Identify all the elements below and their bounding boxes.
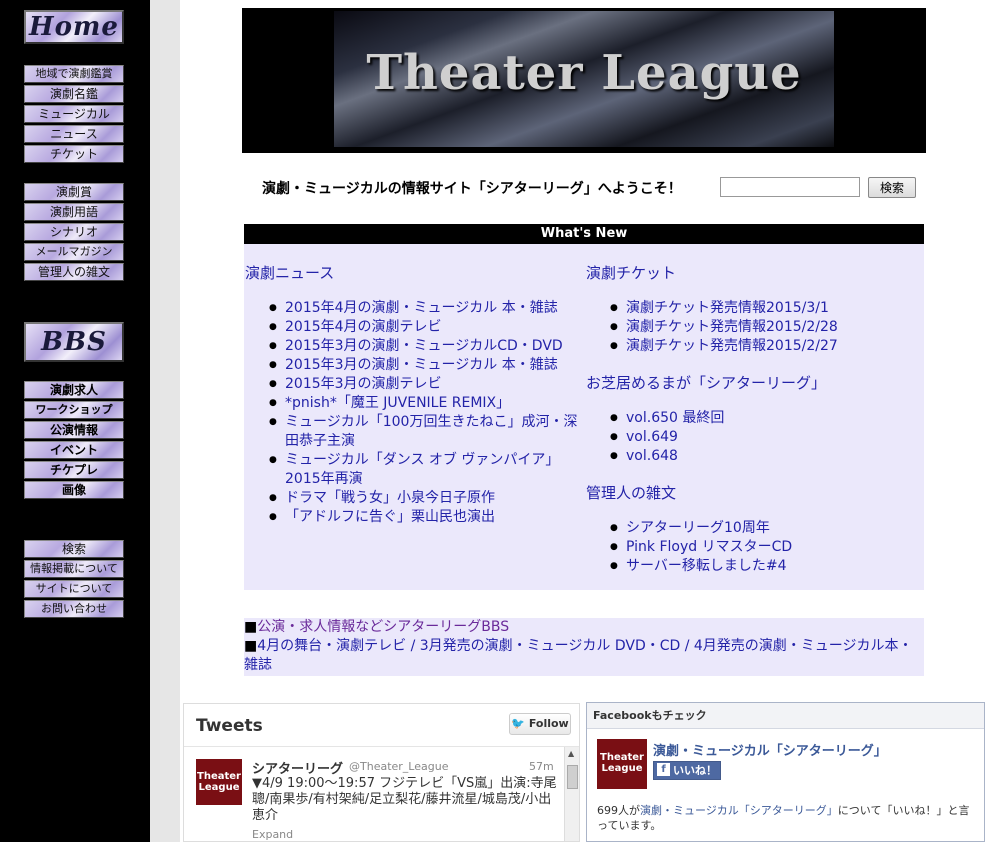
news-column: 演劇ニュース 2015年4月の演劇・ミュージカル 本・雑誌 2015年4月の演劇…	[245, 262, 585, 527]
nav-event[interactable]: イベント	[24, 441, 124, 459]
like-label: いいね！	[673, 764, 717, 777]
list-item[interactable]: 2015年3月の演劇テレビ	[267, 375, 585, 394]
section-title-theater-news[interactable]: 演劇ニュース	[245, 262, 585, 283]
news-list: 2015年4月の演劇・ミュージカル 本・雑誌 2015年4月の演劇テレビ 201…	[267, 299, 585, 527]
facebook-like-count-text: 699人が演劇・ミュージカル「シアターリーグ」について「いいね！」と言っています…	[597, 803, 977, 833]
divider	[184, 746, 579, 747]
home-button[interactable]: Home	[24, 10, 124, 44]
list-item[interactable]: 2015年4月の演劇テレビ	[267, 318, 585, 337]
banner-image: Theater League	[334, 11, 834, 147]
nav-about-site[interactable]: サイトについて	[24, 580, 124, 598]
list-item[interactable]: ミュージカル「ダンス オブ ヴァンパイア」2015年再演	[267, 451, 585, 489]
nav-ticket-present[interactable]: チケプレ	[24, 461, 124, 479]
bbs-link[interactable]: 公演・求人情報などシアターリーグBBS	[257, 619, 509, 635]
banner-title: Theater League	[366, 45, 802, 101]
nav-search[interactable]: 検索	[24, 540, 124, 558]
square-bullet: ■	[244, 638, 258, 654]
list-item[interactable]: ドラマ「戦う女」小泉今日子原作	[267, 489, 585, 508]
list-item[interactable]: サーバー移転しました#4	[608, 557, 921, 576]
tweet-author-handle[interactable]: @Theater_League	[349, 760, 448, 773]
list-item[interactable]: シアターリーグ10周年	[608, 519, 921, 538]
facebook-widget: Facebookもチェック Theater League 演劇・ミュージカル「シ…	[586, 702, 985, 842]
bottom-links: ■公演・求人情報などシアターリーグBBS ■4月の舞台・演劇テレビ / 3月発売…	[244, 618, 924, 676]
list-item[interactable]: 2015年3月の演劇・ミュージカル 本・雑誌	[267, 356, 585, 375]
scrollbar-thumb[interactable]	[567, 765, 578, 789]
list-item[interactable]: *pnish*「魔王 JUVENILE REMIX」	[267, 394, 585, 413]
nav-musical[interactable]: ミュージカル	[24, 105, 124, 123]
list-item[interactable]: vol.648	[608, 447, 921, 466]
search-input[interactable]	[720, 177, 860, 197]
section-title-ticket[interactable]: 演劇チケット	[586, 262, 921, 283]
whats-new-heading: What's New	[244, 224, 924, 244]
nav-news[interactable]: ニュース	[24, 125, 124, 143]
nav-theater-terms[interactable]: 演劇用語	[24, 203, 124, 221]
scroll-up-icon[interactable]: ▲	[568, 749, 574, 758]
nav-region-theater[interactable]: 地域で演劇鑑賞	[24, 65, 124, 83]
twitter-widget: Tweets 🐦 Follow Theater League シアターリーグ @…	[183, 703, 580, 842]
section-title-mailmag[interactable]: お芝居めるまが「シアターリーグ」	[586, 372, 921, 393]
facebook-icon: f	[657, 763, 670, 776]
nav-mail-magazine[interactable]: メールマガジン	[24, 243, 124, 261]
nav-theater-awards[interactable]: 演劇賞	[24, 183, 124, 201]
news-panel: 演劇ニュース 2015年4月の演劇・ミュージカル 本・雑誌 2015年4月の演劇…	[244, 244, 924, 590]
nav-performance-info[interactable]: 公演情報	[24, 421, 124, 439]
nav-theater-directory[interactable]: 演劇名鑑	[24, 85, 124, 103]
avatar[interactable]: Theater League	[196, 759, 242, 805]
list-item[interactable]: 演劇チケット発売情報2015/2/27	[608, 337, 921, 356]
list-item[interactable]: Pink Floyd リマスターCD	[608, 538, 921, 557]
nav-contact[interactable]: お問い合わせ	[24, 600, 124, 618]
list-item[interactable]: 2015年4月の演劇・ミュージカル 本・雑誌	[267, 299, 585, 318]
essay-list: シアターリーグ10周年 Pink Floyd リマスターCD サーバー移転しまし…	[608, 519, 921, 576]
list-item[interactable]: vol.649	[608, 428, 921, 447]
scrollbar[interactable]: ▲	[564, 747, 579, 841]
tweet-text: ▼4/9 19:00〜19:57 フジテレビ「VS嵐」出演:寺尾聰/南果歩/有村…	[252, 776, 557, 823]
list-item[interactable]: 「アドルフに告ぐ」栗山民也演出	[267, 508, 585, 527]
site-banner[interactable]: Theater League	[242, 8, 926, 153]
nav-workshop[interactable]: ワークショップ	[24, 401, 124, 419]
nav-scenario[interactable]: シナリオ	[24, 223, 124, 241]
mailmag-list: vol.650 最終回 vol.649 vol.648	[608, 409, 921, 466]
tweet-author-name[interactable]: シアターリーグ	[252, 758, 343, 777]
avatar[interactable]: Theater League	[597, 739, 647, 789]
tweet-timestamp[interactable]: 57m	[529, 760, 554, 773]
list-item[interactable]: ミュージカル「100万回生きたねこ」成河・深田恭子主演	[267, 413, 585, 451]
nav-images[interactable]: 画像	[24, 481, 124, 499]
tweet-expand-link[interactable]: Expand	[252, 828, 293, 841]
welcome-text: 演劇・ミュージカルの情報サイト「シアターリーグ」へようこそ！	[262, 181, 682, 197]
list-item[interactable]: vol.650 最終回	[608, 409, 921, 428]
tweets-title: Tweets	[196, 716, 263, 736]
monthly-media-link[interactable]: 4月の舞台・演劇テレビ / 3月発売の演劇・ミュージカル DVD・CD / 4月…	[244, 638, 913, 673]
follow-label: Follow	[528, 717, 569, 730]
facebook-page-link[interactable]: 演劇・ミュージカル「シアターリーグ」	[640, 804, 838, 817]
follow-button[interactable]: 🐦 Follow	[509, 713, 571, 735]
right-news-column: 演劇チケット 演劇チケット発売情報2015/3/1 演劇チケット発売情報2015…	[586, 262, 921, 576]
nav-admin-essay[interactable]: 管理人の雑文	[24, 263, 124, 281]
square-bullet: ■	[244, 619, 258, 635]
section-title-admin-essay[interactable]: 管理人の雑文	[586, 482, 921, 503]
facebook-page-name[interactable]: 演劇・ミュージカル「シアターリーグ」	[653, 740, 887, 759]
nav-theater-jobs[interactable]: 演劇求人	[24, 381, 124, 399]
ticket-list: 演劇チケット発売情報2015/3/1 演劇チケット発売情報2015/2/28 演…	[608, 299, 921, 356]
list-item[interactable]: 演劇チケット発売情報2015/3/1	[608, 299, 921, 318]
facebook-like-button[interactable]: f いいね！	[653, 761, 721, 780]
list-item[interactable]: 2015年3月の演劇・ミュージカルCD・DVD	[267, 337, 585, 356]
bbs-button[interactable]: BBS	[24, 322, 124, 362]
nav-listing-info[interactable]: 情報掲載について	[24, 560, 124, 578]
like-count: 699人が	[597, 804, 640, 817]
sidebar-edge	[150, 0, 180, 842]
facebook-widget-header: Facebookもチェック	[587, 703, 984, 729]
list-item[interactable]: 演劇チケット発売情報2015/2/28	[608, 318, 921, 337]
twitter-bird-icon: 🐦	[511, 717, 525, 730]
search-button[interactable]: 検索	[868, 177, 916, 198]
nav-ticket[interactable]: チケット	[24, 145, 124, 163]
